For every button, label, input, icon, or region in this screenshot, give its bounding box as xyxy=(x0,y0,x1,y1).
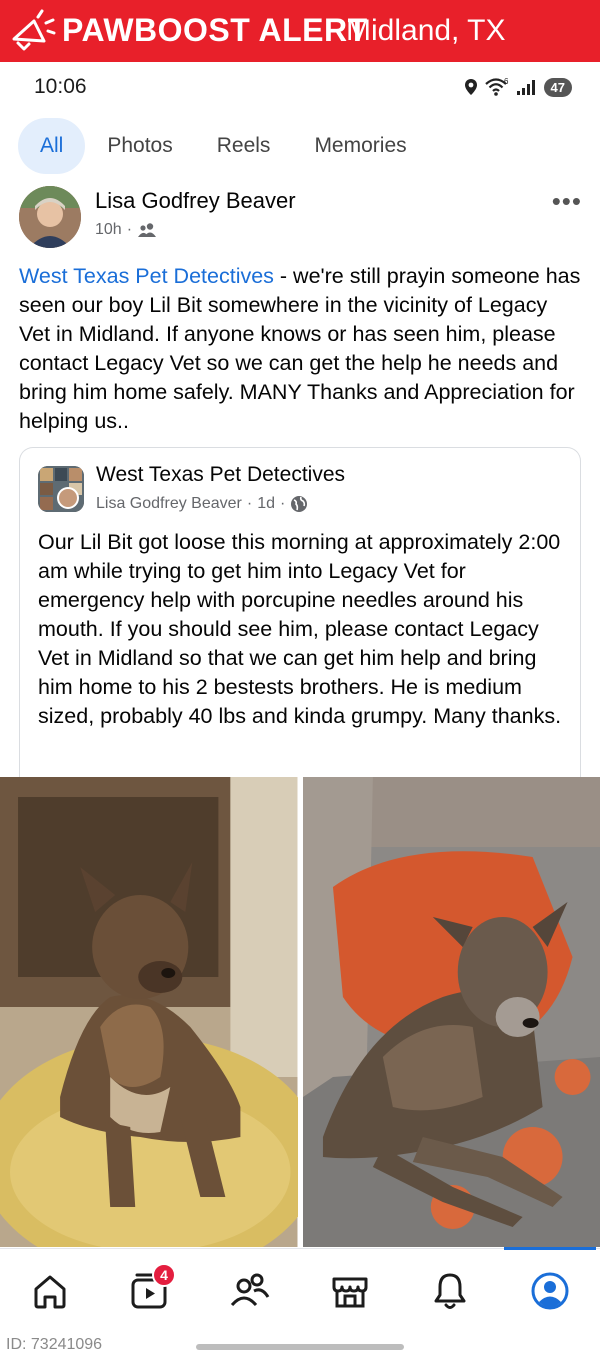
nav-video[interactable]: 4 xyxy=(128,1263,176,1313)
notifications-icon xyxy=(434,1273,466,1309)
status-icons: 6 47 xyxy=(464,77,572,97)
nav-friends[interactable] xyxy=(228,1269,272,1313)
shared-post-author[interactable]: Lisa Godfrey Beaver xyxy=(96,495,242,513)
post-meta: 10h · xyxy=(95,221,157,239)
friends-icon xyxy=(138,223,157,237)
post-time[interactable]: 10h xyxy=(95,221,122,239)
status-bar: 10:06 6 47 xyxy=(0,62,600,114)
friends-icon xyxy=(230,1273,270,1307)
profile-icon xyxy=(531,1272,569,1310)
tab-memories[interactable]: Memories xyxy=(292,118,428,174)
signal-icon xyxy=(516,80,535,95)
svg-text:6: 6 xyxy=(504,77,509,86)
nav-marketplace[interactable] xyxy=(328,1269,372,1313)
home-gesture-bar[interactable] xyxy=(196,1344,404,1350)
shared-page-name[interactable]: West Texas Pet Detectives xyxy=(96,463,345,487)
dog-photo-right[interactable] xyxy=(302,777,600,1247)
post-text: - we're still prayin someone has seen ou… xyxy=(19,264,581,433)
post-page-link[interactable]: West Texas Pet Detectives xyxy=(19,264,274,288)
pawboost-id: ID: 73241096 xyxy=(6,1336,103,1353)
dog-photo-left[interactable] xyxy=(0,777,298,1247)
shared-page-avatar[interactable] xyxy=(38,466,84,512)
tab-reels[interactable]: Reels xyxy=(195,118,293,174)
pawboost-alert-banner: PAWBOOST ALERT Midland, TX xyxy=(0,0,600,62)
shared-post-card[interactable]: West Texas Pet Detectives Lisa Godfrey B… xyxy=(19,447,581,787)
battery-indicator: 47 xyxy=(543,77,572,97)
post-photos xyxy=(0,777,600,1247)
alert-brand: PAWBOOST ALERT xyxy=(62,12,368,48)
active-tab-indicator xyxy=(504,1247,596,1250)
meta-separator: · xyxy=(279,495,286,512)
video-notification-badge: 4 xyxy=(152,1263,176,1287)
author-avatar[interactable] xyxy=(19,186,81,248)
globe-icon xyxy=(291,496,308,512)
shared-post-meta: Lisa Godfrey Beaver · 1d · xyxy=(96,495,308,513)
tab-photos[interactable]: Photos xyxy=(85,118,194,174)
nav-profile[interactable] xyxy=(528,1269,572,1313)
alert-location: Midland, TX xyxy=(346,14,506,47)
tab-all[interactable]: All xyxy=(18,118,86,174)
post-body: West Texas Pet Detectives - we're still … xyxy=(19,262,584,436)
wifi-icon: 6 xyxy=(484,77,509,96)
nav-notifications[interactable] xyxy=(428,1269,472,1313)
status-time: 10:06 xyxy=(34,75,87,98)
shared-post-time[interactable]: 1d xyxy=(257,495,275,513)
bottom-navigation: 4 xyxy=(0,1247,600,1334)
post-author[interactable]: Lisa Godfrey Beaver xyxy=(95,188,296,214)
location-icon xyxy=(464,79,477,95)
filter-tabs: All Photos Reels Memories xyxy=(18,118,429,174)
meta-separator: · xyxy=(126,221,133,238)
marketplace-icon xyxy=(332,1277,368,1308)
meta-separator: · xyxy=(246,495,253,512)
home-icon xyxy=(34,1275,66,1309)
shared-post-text: Our Lil Bit got loose this morning at ap… xyxy=(38,530,562,728)
megaphone-icon xyxy=(12,9,56,51)
nav-home[interactable] xyxy=(28,1269,72,1313)
more-options-icon[interactable]: ••• xyxy=(552,186,582,217)
